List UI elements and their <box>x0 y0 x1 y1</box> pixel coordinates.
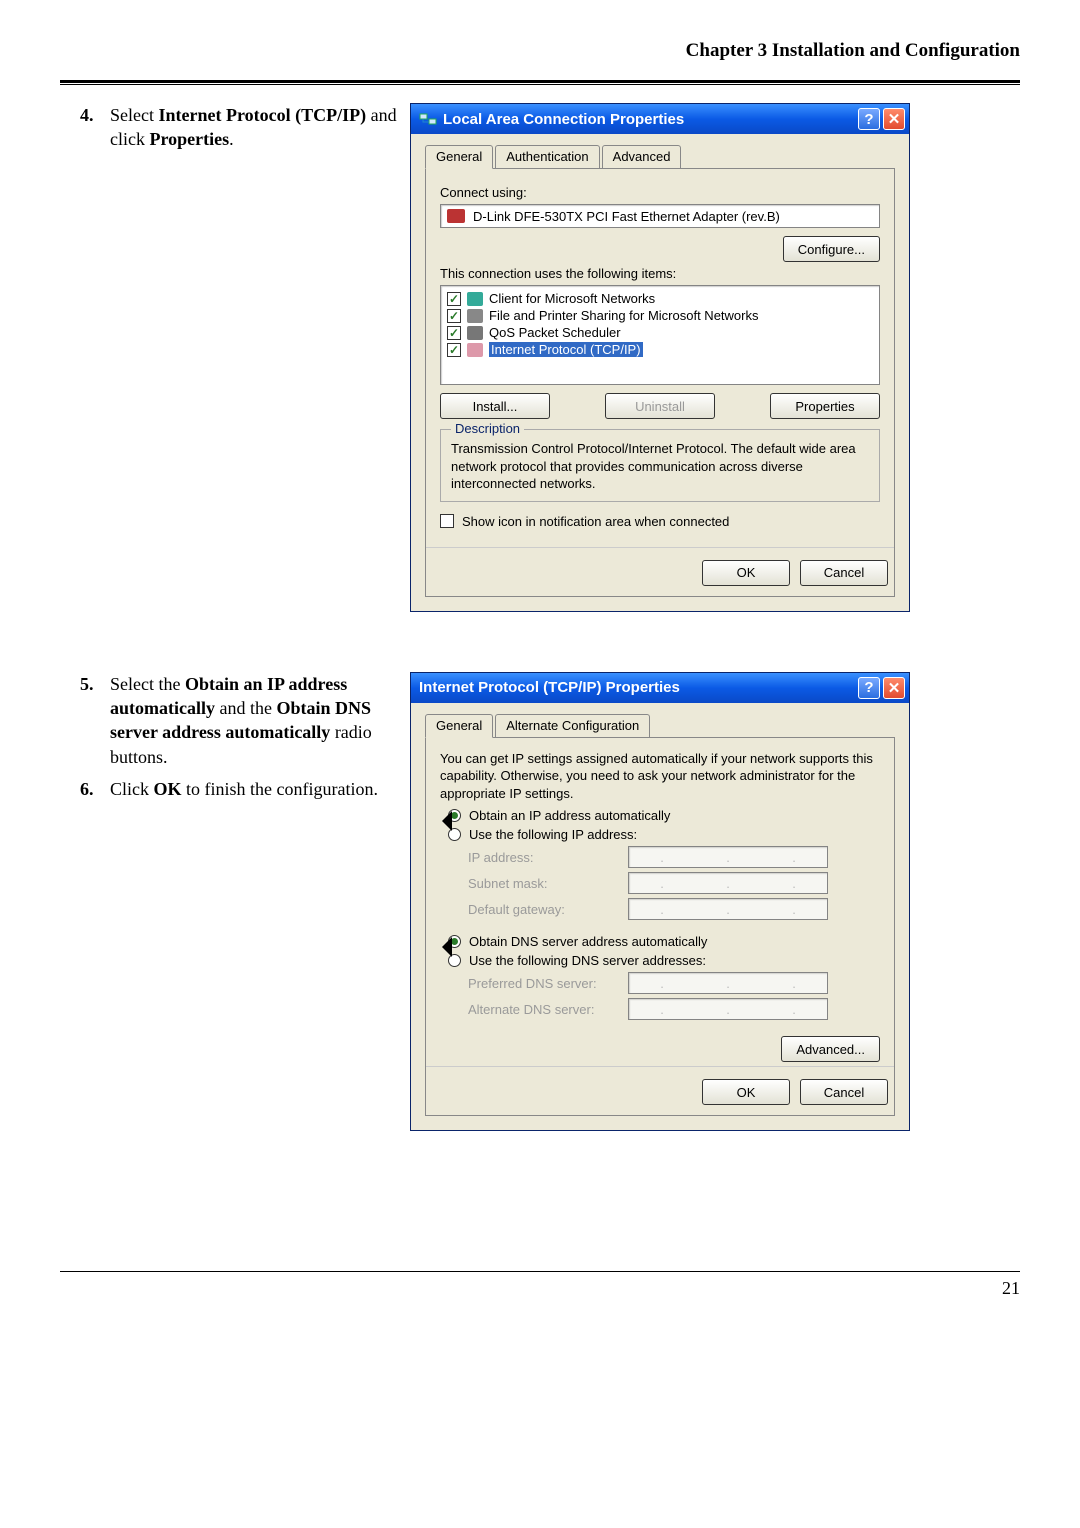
callout-arrow-icon <box>432 811 452 831</box>
tcpip-properties-dialog: Internet Protocol (TCP/IP) Properties ? … <box>410 672 910 1132</box>
help-button[interactable]: ? <box>858 108 880 130</box>
list-item[interactable]: File and Printer Sharing for Microsoft N… <box>447 307 873 324</box>
tab-strip: General Authentication Advanced <box>425 144 895 168</box>
adapter-name: D-Link DFE-530TX PCI Fast Ethernet Adapt… <box>473 209 780 224</box>
alternate-dns-field: ... <box>628 998 828 1020</box>
checkbox-icon[interactable] <box>447 309 461 323</box>
preferred-dns-field: ... <box>628 972 828 994</box>
dialog-title: Internet Protocol (TCP/IP) Properties <box>419 679 858 696</box>
subnet-mask-field: ... <box>628 872 828 894</box>
tab-alternate-configuration[interactable]: Alternate Configuration <box>495 714 650 738</box>
list-item-label: File and Printer Sharing for Microsoft N… <box>489 308 758 323</box>
tab-general[interactable]: General <box>425 714 493 738</box>
nic-icon <box>447 209 465 223</box>
preferred-dns-label: Preferred DNS server: <box>468 976 628 991</box>
tab-strip: General Alternate Configuration <box>425 713 895 737</box>
description-legend: Description <box>451 421 524 436</box>
ok-button[interactable]: OK <box>702 1079 790 1105</box>
install-button[interactable]: Install... <box>440 393 550 419</box>
description-groupbox: Description Transmission Control Protoco… <box>440 429 880 502</box>
step-text: Click OK to finish the configuration. <box>110 777 400 801</box>
step-text: Select the Obtain an IP address automati… <box>110 672 400 769</box>
tcp-ip-icon <box>467 343 483 357</box>
default-gateway-field: ... <box>628 898 828 920</box>
ip-address-field: ... <box>628 846 828 868</box>
cancel-button[interactable]: Cancel <box>800 1079 888 1105</box>
client-network-icon <box>467 292 483 306</box>
step-number: 5. <box>80 672 110 769</box>
description-text: Transmission Control Protocol/Internet P… <box>451 440 869 493</box>
printer-share-icon <box>467 309 483 323</box>
step-number: 6. <box>80 777 110 801</box>
tab-advanced[interactable]: Advanced <box>602 145 682 169</box>
alternate-dns-label: Alternate DNS server: <box>468 1002 628 1017</box>
list-item[interactable]: QoS Packet Scheduler <box>447 324 873 341</box>
step-number: 4. <box>80 103 110 152</box>
ip-address-label: IP address: <box>468 850 628 865</box>
step-text: Select Internet Protocol (TCP/IP) and cl… <box>110 103 400 152</box>
show-icon-checkbox[interactable] <box>440 514 454 528</box>
local-area-connection-properties-dialog: Local Area Connection Properties ? ✕ Gen… <box>410 103 910 612</box>
tab-panel-general: You can get IP settings assigned automat… <box>425 737 895 1117</box>
dialog-titlebar: Local Area Connection Properties ? ✕ <box>411 104 909 134</box>
header-rule <box>60 80 1020 85</box>
adapter-field[interactable]: D-Link DFE-530TX PCI Fast Ethernet Adapt… <box>440 204 880 228</box>
intro-text: You can get IP settings assigned automat… <box>440 750 880 803</box>
list-item[interactable]: Internet Protocol (TCP/IP) <box>447 341 873 358</box>
configure-button[interactable]: Configure... <box>783 236 880 262</box>
properties-button[interactable]: Properties <box>770 393 880 419</box>
dialog-titlebar: Internet Protocol (TCP/IP) Properties ? … <box>411 673 909 703</box>
items-label: This connection uses the following items… <box>440 266 880 281</box>
instruction-list-1: 4. Select Internet Protocol (TCP/IP) and… <box>60 103 400 160</box>
subnet-mask-label: Subnet mask: <box>468 876 628 891</box>
chapter-header: Chapter 3 Installation and Configuration <box>60 40 1020 66</box>
close-button[interactable]: ✕ <box>883 677 905 699</box>
tab-authentication[interactable]: Authentication <box>495 145 599 169</box>
tab-general[interactable]: General <box>425 145 493 169</box>
list-item-label: QoS Packet Scheduler <box>489 325 621 340</box>
obtain-dns-label: Obtain DNS server address automatically <box>469 934 707 949</box>
obtain-ip-label: Obtain an IP address automatically <box>469 808 670 823</box>
page-number: 21 <box>60 1278 1020 1299</box>
connect-using-label: Connect using: <box>440 185 880 200</box>
default-gateway-label: Default gateway: <box>468 902 628 917</box>
checkbox-icon[interactable] <box>447 326 461 340</box>
close-button[interactable]: ✕ <box>883 108 905 130</box>
network-icon <box>419 112 437 126</box>
connection-items-listbox[interactable]: Client for Microsoft Networks File and P… <box>440 285 880 385</box>
callout-arrow-icon <box>432 937 452 957</box>
list-item-label: Internet Protocol (TCP/IP) <box>489 342 643 357</box>
instruction-list-2: 5. Select the Obtain an IP address autom… <box>60 672 400 809</box>
checkbox-icon[interactable] <box>447 343 461 357</box>
advanced-button[interactable]: Advanced... <box>781 1036 880 1062</box>
help-button[interactable]: ? <box>858 677 880 699</box>
tab-panel-general: Connect using: D-Link DFE-530TX PCI Fast… <box>425 168 895 597</box>
use-ip-label: Use the following IP address: <box>469 827 637 842</box>
ok-button[interactable]: OK <box>702 560 790 586</box>
uninstall-button: Uninstall <box>605 393 715 419</box>
footer-rule <box>60 1271 1020 1272</box>
checkbox-icon[interactable] <box>447 292 461 306</box>
list-item-label: Client for Microsoft Networks <box>489 291 655 306</box>
list-item[interactable]: Client for Microsoft Networks <box>447 290 873 307</box>
dialog-title: Local Area Connection Properties <box>443 111 858 128</box>
cancel-button[interactable]: Cancel <box>800 560 888 586</box>
use-dns-label: Use the following DNS server addresses: <box>469 953 706 968</box>
qos-icon <box>467 326 483 340</box>
show-icon-label: Show icon in notification area when conn… <box>462 514 729 529</box>
